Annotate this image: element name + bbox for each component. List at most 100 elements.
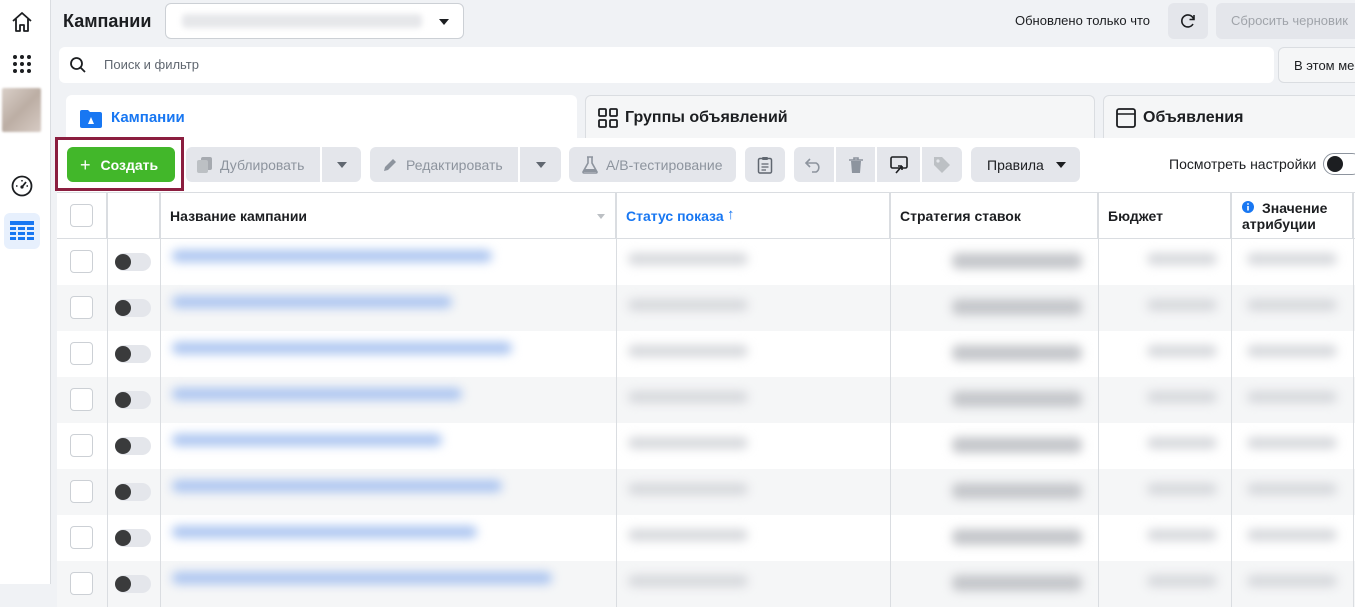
flask-icon [582, 155, 598, 174]
attribution-redacted [1247, 437, 1337, 449]
budget-redacted [1147, 299, 1217, 311]
export-button[interactable] [877, 147, 920, 182]
campaign-on-off-toggle[interactable] [115, 345, 151, 363]
row-checkbox[interactable] [70, 480, 93, 503]
column-bid-strategy[interactable]: Стратегия ставок [890, 193, 1098, 239]
column-attribution-label: Значение атрибуции [1242, 200, 1328, 232]
campaign-on-off-toggle[interactable] [115, 575, 151, 593]
column-campaign-name[interactable]: Название кампании [160, 193, 616, 239]
home-icon[interactable] [4, 4, 40, 40]
toggle-knob [115, 484, 131, 500]
search-icon [70, 57, 86, 73]
left-nav [0, 0, 51, 584]
bid-strategy-redacted [952, 253, 1082, 269]
table-row[interactable] [57, 331, 1355, 377]
campaign-name-link-redacted[interactable] [172, 480, 502, 492]
clipboard-button[interactable] [745, 147, 785, 182]
campaign-name-link-redacted[interactable] [172, 434, 442, 446]
edit-button[interactable]: Редактировать [370, 147, 518, 182]
search-input[interactable]: Поиск и фильтр [104, 57, 199, 72]
campaign-on-off-toggle[interactable] [115, 391, 151, 409]
select-all-checkbox[interactable] [70, 204, 93, 227]
apps-menu-icon[interactable] [4, 46, 40, 82]
campaign-name-link-redacted[interactable] [172, 526, 477, 538]
tag-button[interactable] [922, 147, 962, 182]
search-filter-bar[interactable]: Поиск и фильтр [59, 47, 1274, 83]
column-divider [107, 192, 108, 607]
attribution-redacted [1247, 529, 1337, 541]
chevron-down-icon [336, 161, 347, 168]
refresh-button[interactable] [1168, 3, 1208, 39]
campaign-on-off-toggle[interactable] [115, 529, 151, 547]
column-delivery-status-label: Статус показа [626, 208, 724, 224]
row-checkbox[interactable] [70, 250, 93, 273]
row-checkbox[interactable] [70, 296, 93, 319]
duplicate-button[interactable]: Дублировать [186, 147, 320, 182]
duplicate-icon [197, 156, 212, 173]
column-campaign-name-label: Название кампании [170, 208, 308, 224]
budget-redacted [1147, 345, 1217, 357]
dashboard-gauge-icon[interactable] [4, 168, 40, 204]
campaign-name-link-redacted[interactable] [172, 250, 492, 262]
ab-test-label: A/B-тестирование [606, 156, 723, 173]
avatar[interactable] [2, 88, 41, 132]
delete-button[interactable] [836, 147, 875, 182]
campaign-on-off-toggle[interactable] [115, 437, 151, 455]
header-toggle-cell [107, 193, 160, 239]
toggle-knob [115, 300, 131, 316]
view-settings-label: Посмотреть настройки [1169, 156, 1317, 172]
table-row[interactable] [57, 469, 1355, 515]
delivery-status-redacted [628, 575, 748, 587]
grid-icon [598, 108, 618, 128]
campaign-name-link-redacted[interactable] [172, 572, 552, 584]
duplicate-menu-button[interactable] [322, 147, 361, 182]
column-delivery-status[interactable]: Статус показа ↑ [616, 193, 890, 239]
view-settings-toggle[interactable] [1323, 153, 1355, 175]
column-budget[interactable]: Бюджет [1098, 193, 1231, 239]
campaign-name-link-redacted[interactable] [172, 388, 462, 400]
top-bar: Кампании Обновлено только что Сбросить ч… [51, 0, 1355, 44]
date-range-button[interactable]: В этом месяце [1278, 47, 1355, 83]
campaign-on-off-toggle[interactable] [115, 299, 151, 317]
ads-manager-table-icon[interactable] [4, 213, 40, 249]
column-attribution[interactable]: Значение атрибуции [1231, 193, 1353, 239]
table-row[interactable] [57, 239, 1355, 285]
row-checkbox[interactable] [70, 388, 93, 411]
table-row[interactable] [57, 423, 1355, 469]
undo-button[interactable] [794, 147, 834, 182]
account-selector[interactable] [165, 3, 464, 39]
tab-ad-sets[interactable]: Группы объявлений [585, 95, 1095, 139]
toggle-knob [115, 346, 131, 362]
column-divider [616, 192, 617, 607]
table-row[interactable] [57, 285, 1355, 331]
chevron-down-icon [535, 161, 546, 168]
undo-icon [805, 157, 820, 173]
table-row[interactable] [57, 561, 1355, 607]
edit-menu-button[interactable] [520, 147, 561, 182]
attribution-redacted [1247, 483, 1337, 495]
tab-ad-sets-label: Группы объявлений [625, 109, 788, 126]
toggle-knob [115, 530, 131, 546]
rules-button[interactable]: Правила [971, 147, 1080, 182]
campaign-name-link-redacted[interactable] [172, 342, 512, 354]
table-row[interactable] [57, 377, 1355, 423]
row-checkbox[interactable] [70, 434, 93, 457]
row-checkbox[interactable] [70, 342, 93, 365]
campaign-on-off-toggle[interactable] [115, 483, 151, 501]
sort-ascending-arrow-icon: ↑ [727, 206, 735, 223]
ab-test-button[interactable]: A/B-тестирование [569, 147, 736, 182]
delivery-status-redacted [628, 529, 748, 541]
campaign-on-off-toggle[interactable] [115, 253, 151, 271]
refresh-icon [1181, 14, 1195, 28]
tab-ads-label: Объявления [1143, 109, 1244, 126]
delivery-status-redacted [628, 345, 748, 357]
bid-strategy-redacted [952, 299, 1082, 315]
row-checkbox[interactable] [70, 526, 93, 549]
ad-icon [1116, 108, 1136, 128]
attribution-redacted [1247, 391, 1337, 403]
page-title: Кампании [63, 11, 152, 31]
campaign-name-link-redacted[interactable] [172, 296, 452, 308]
discard-drafts-button[interactable]: Сбросить черновик [1216, 3, 1355, 39]
table-row[interactable] [57, 515, 1355, 561]
tab-ads[interactable]: Объявления [1103, 95, 1355, 139]
